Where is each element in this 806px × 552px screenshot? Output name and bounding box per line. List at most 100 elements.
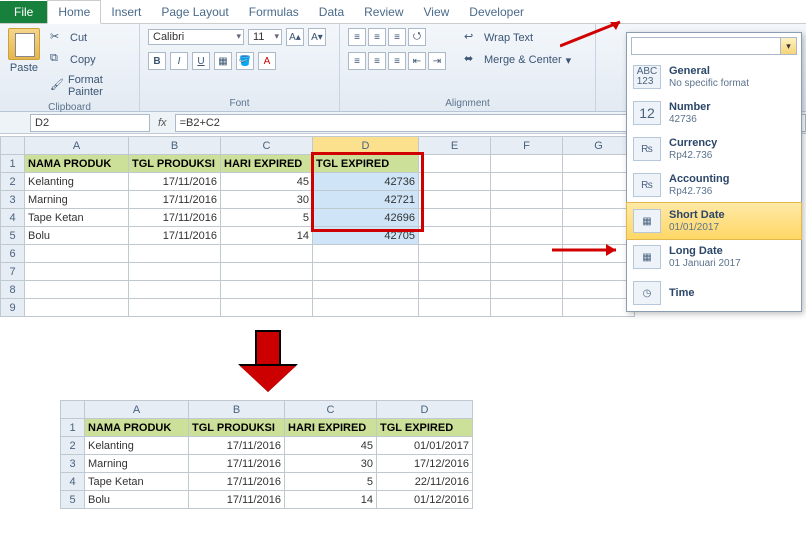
font-size-combo[interactable]: 11 [248, 29, 282, 45]
tab-developer[interactable]: Developer [459, 1, 534, 23]
result-d4[interactable]: 22/11/2016 [377, 473, 473, 491]
cell-e1[interactable] [419, 155, 491, 173]
bold-button[interactable]: B [148, 52, 166, 70]
row-header-7[interactable]: 7 [1, 263, 25, 281]
cell-b5[interactable]: 17/11/2016 [129, 227, 221, 245]
chevron-down-icon[interactable]: ▾ [780, 38, 796, 54]
format-time[interactable]: ◷ Time [627, 275, 801, 311]
result-a3[interactable]: Marning [85, 455, 189, 473]
tab-view[interactable]: View [414, 1, 460, 23]
paste-icon[interactable] [8, 28, 40, 60]
indent-inc-button[interactable]: ⇥ [428, 52, 446, 70]
cell-b2[interactable]: 17/11/2016 [129, 173, 221, 191]
format-currency[interactable]: ₨ CurrencyRp42.736 [627, 131, 801, 167]
format-short-date[interactable]: ▦ Short Date01/01/2017 [626, 202, 802, 240]
cell-d2[interactable]: 42736 [313, 173, 419, 191]
cell-d5[interactable]: 42705 [313, 227, 419, 245]
cell-c2[interactable]: 45 [221, 173, 313, 191]
tab-data[interactable]: Data [309, 1, 354, 23]
format-number[interactable]: 12 Number42736 [627, 95, 801, 131]
row-header-5[interactable]: 5 [1, 227, 25, 245]
cell-g1[interactable] [563, 155, 635, 173]
cell-c4[interactable]: 5 [221, 209, 313, 227]
result-d5[interactable]: 01/12/2016 [377, 491, 473, 509]
shrink-font-button[interactable]: A▾ [308, 28, 326, 46]
cell-g5[interactable] [563, 227, 635, 245]
result-c1[interactable]: HARI EXPIRED [285, 419, 377, 437]
cell-g3[interactable] [563, 191, 635, 209]
result-c3[interactable]: 30 [285, 455, 377, 473]
grow-font-button[interactable]: A▴ [286, 28, 304, 46]
result-a5[interactable]: Bolu [85, 491, 189, 509]
fill-color-button[interactable]: 🪣 [236, 52, 254, 70]
tab-formulas[interactable]: Formulas [239, 1, 309, 23]
col-header-a[interactable]: A [25, 137, 129, 155]
cell-g4[interactable] [563, 209, 635, 227]
cell-f4[interactable] [491, 209, 563, 227]
result-b4[interactable]: 17/11/2016 [189, 473, 285, 491]
copy-button[interactable]: ⧉Copy [46, 50, 131, 70]
result-row-4[interactable]: 4 [61, 473, 85, 491]
cut-button[interactable]: ✂Cut [46, 28, 131, 48]
result-b1[interactable]: TGL PRODUKSI [189, 419, 285, 437]
tab-page-layout[interactable]: Page Layout [151, 1, 238, 23]
cell-f2[interactable] [491, 173, 563, 191]
col-header-g[interactable]: G [563, 137, 635, 155]
cell-b3[interactable]: 17/11/2016 [129, 191, 221, 209]
row-header-2[interactable]: 2 [1, 173, 25, 191]
italic-button[interactable]: I [170, 52, 188, 70]
fx-icon[interactable]: fx [150, 117, 175, 129]
number-format-combo[interactable]: ▾ [631, 37, 797, 55]
result-b2[interactable]: 17/11/2016 [189, 437, 285, 455]
format-painter-button[interactable]: 🖌Format Painter [46, 72, 131, 100]
cell-f1[interactable] [491, 155, 563, 173]
underline-button[interactable]: U [192, 52, 210, 70]
cell-g2[interactable] [563, 173, 635, 191]
cell-f3[interactable] [491, 191, 563, 209]
name-box[interactable]: D2 [30, 114, 150, 132]
cell-e2[interactable] [419, 173, 491, 191]
result-col-b[interactable]: B [189, 401, 285, 419]
merge-center-button[interactable]: ⬌Merge & Center ▾ [460, 50, 575, 70]
cell-a5[interactable]: Bolu [25, 227, 129, 245]
result-d1[interactable]: TGL EXPIRED [377, 419, 473, 437]
result-c5[interactable]: 14 [285, 491, 377, 509]
result-a4[interactable]: Tape Ketan [85, 473, 189, 491]
indent-dec-button[interactable]: ⇤ [408, 52, 426, 70]
select-all-corner[interactable] [1, 137, 25, 155]
col-header-e[interactable]: E [419, 137, 491, 155]
result-a2[interactable]: Kelanting [85, 437, 189, 455]
align-middle-button[interactable]: ≡ [368, 28, 386, 46]
wrap-text-button[interactable]: ↩Wrap Text [460, 28, 575, 48]
cell-c3[interactable]: 30 [221, 191, 313, 209]
tab-insert[interactable]: Insert [101, 1, 151, 23]
row-header-6[interactable]: 6 [1, 245, 25, 263]
result-b5[interactable]: 17/11/2016 [189, 491, 285, 509]
font-name-combo[interactable]: Calibri [148, 29, 244, 45]
cell-b4[interactable]: 17/11/2016 [129, 209, 221, 227]
grid[interactable]: A B C D E F G 1 NAMA PRODUK TGL PRODUKSI… [0, 136, 635, 317]
align-left-button[interactable]: ≡ [348, 52, 366, 70]
cell-d1[interactable]: TGL EXPIRED [313, 155, 419, 173]
align-top-button[interactable]: ≡ [348, 28, 366, 46]
cell-e3[interactable] [419, 191, 491, 209]
result-d3[interactable]: 17/12/2016 [377, 455, 473, 473]
col-header-c[interactable]: C [221, 137, 313, 155]
tab-home[interactable]: Home [47, 0, 101, 24]
result-row-1[interactable]: 1 [61, 419, 85, 437]
cell-e5[interactable] [419, 227, 491, 245]
result-b3[interactable]: 17/11/2016 [189, 455, 285, 473]
tab-file[interactable]: File [0, 1, 47, 23]
result-row-5[interactable]: 5 [61, 491, 85, 509]
align-center-button[interactable]: ≡ [368, 52, 386, 70]
cell-c1[interactable]: HARI EXPIRED [221, 155, 313, 173]
result-c4[interactable]: 5 [285, 473, 377, 491]
cell-b1[interactable]: TGL PRODUKSI [129, 155, 221, 173]
format-long-date[interactable]: ▦ Long Date01 Januari 2017 [627, 239, 801, 275]
row-header-1[interactable]: 1 [1, 155, 25, 173]
row-header-8[interactable]: 8 [1, 281, 25, 299]
cell-e4[interactable] [419, 209, 491, 227]
align-right-button[interactable]: ≡ [388, 52, 406, 70]
cell-d4[interactable]: 42696 [313, 209, 419, 227]
cell-f5[interactable] [491, 227, 563, 245]
